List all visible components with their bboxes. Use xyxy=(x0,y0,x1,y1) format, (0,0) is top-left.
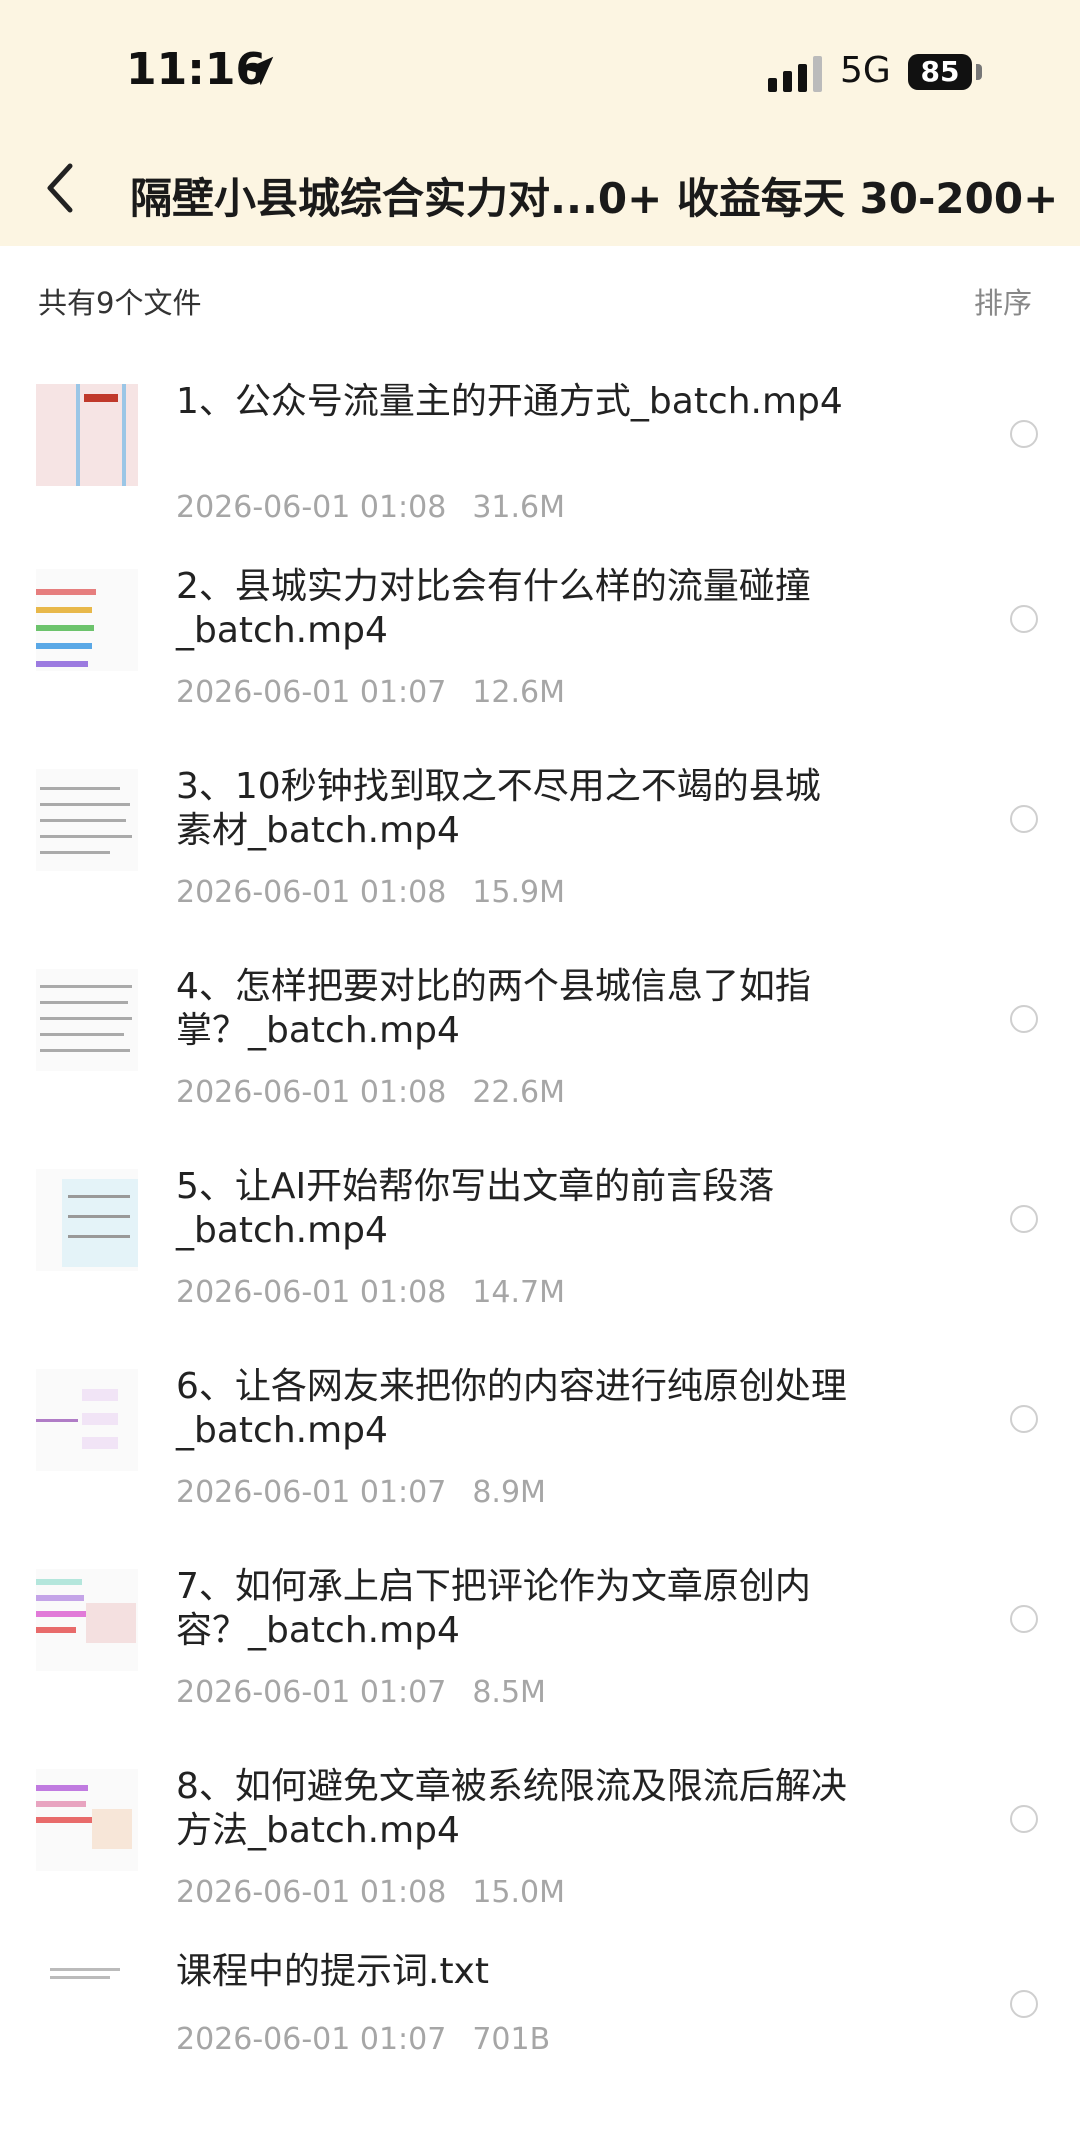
sort-button[interactable]: 排序 xyxy=(974,280,1032,322)
list-item[interactable]: 7、如何承上启下把评论作为文章原创内容？_batch.mp4 2026-06-0… xyxy=(0,1545,1080,1745)
file-date: 2026-06-01 01:08 xyxy=(176,875,447,910)
select-radio[interactable] xyxy=(1010,1405,1038,1433)
file-size: 12.6M xyxy=(472,675,566,710)
file-date: 2026-06-01 01:07 xyxy=(176,2022,447,2057)
select-radio[interactable] xyxy=(1010,605,1038,633)
select-radio[interactable] xyxy=(1010,1205,1038,1233)
battery-icon: 85 xyxy=(908,54,972,90)
file-name: 1、公众号流量主的开通方式_batch.mp4 xyxy=(176,381,843,422)
file-date: 2026-06-01 01:08 xyxy=(176,1275,447,1310)
select-radio[interactable] xyxy=(1010,805,1038,833)
file-name: 课程中的提示词.txt xyxy=(176,1951,489,1992)
file-date: 2026-06-01 01:07 xyxy=(176,1675,447,1710)
list-item[interactable]: 8、如何避免文章被系统限流及限流后解决方法_batch.mp4 2026-06-… xyxy=(0,1745,1080,1945)
file-meta: 2026-06-01 01:07 12.6M xyxy=(176,675,565,710)
file-size: 15.9M xyxy=(472,875,566,910)
file-count: 共有9个文件 xyxy=(38,286,202,320)
file-date: 2026-06-01 01:08 xyxy=(176,1875,447,1910)
file-name: 5、让AI开始帮你写出文章的前言段落_batch.mp4 xyxy=(176,1166,775,1251)
file-size: 8.9M xyxy=(472,1475,546,1510)
file-name: 6、让各网友来把你的内容进行纯原创处理_batch.mp4 xyxy=(176,1366,847,1451)
video-thumbnail xyxy=(36,1169,138,1271)
battery-cap xyxy=(976,64,982,80)
file-name: 2、县城实力对比会有什么样的流量碰撞_batch.mp4 xyxy=(176,566,811,651)
top-header: 11:16 5G 85 隔壁小县城综合实力对...0+ 收益每天 30-200+ xyxy=(0,0,1080,246)
signal-icon xyxy=(768,56,822,92)
video-thumbnail xyxy=(36,1369,138,1471)
file-meta: 2026-06-01 01:08 31.6M xyxy=(176,490,565,525)
file-date: 2026-06-01 01:08 xyxy=(176,1075,447,1110)
location-arrow-icon xyxy=(244,56,274,86)
file-size: 15.0M xyxy=(472,1875,566,1910)
file-name: 4、怎样把要对比的两个县城信息了如指掌？_batch.mp4 xyxy=(176,966,811,1051)
list-item[interactable]: 4、怎样把要对比的两个县城信息了如指掌？_batch.mp4 2026-06-0… xyxy=(0,945,1080,1145)
list-item[interactable]: 2、县城实力对比会有什么样的流量碰撞_batch.mp4 2026-06-01 … xyxy=(0,545,1080,745)
video-thumbnail xyxy=(36,384,138,486)
file-date: 2026-06-01 01:08 xyxy=(176,490,447,525)
file-date: 2026-06-01 01:07 xyxy=(176,675,447,710)
file-meta: 2026-06-01 01:07 8.5M xyxy=(176,1675,546,1710)
video-thumbnail xyxy=(36,969,138,1071)
video-thumbnail xyxy=(36,1569,138,1671)
file-size: 8.5M xyxy=(472,1675,546,1710)
file-date: 2026-06-01 01:07 xyxy=(176,1475,447,1510)
network-label: 5G xyxy=(840,50,891,91)
select-radio[interactable] xyxy=(1010,1990,1038,2018)
list-item[interactable]: 课程中的提示词.txt 2026-06-01 01:07 701B xyxy=(0,1930,1080,2130)
file-meta: 2026-06-01 01:08 22.6M xyxy=(176,1075,565,1110)
list-item[interactable]: 5、让AI开始帮你写出文章的前言段落_batch.mp4 2026-06-01 … xyxy=(0,1145,1080,1345)
list-item[interactable]: 3、10秒钟找到取之不尽用之不竭的县城素材_batch.mp4 2026-06-… xyxy=(0,745,1080,945)
page-title: 隔壁小县城综合实力对...0+ 收益每天 30-200+ xyxy=(130,174,1059,223)
text-file-thumbnail xyxy=(36,1954,138,2056)
file-size: 22.6M xyxy=(472,1075,566,1110)
video-thumbnail xyxy=(36,769,138,871)
file-meta: 2026-06-01 01:07 8.9M xyxy=(176,1475,546,1510)
file-meta: 2026-06-01 01:08 14.7M xyxy=(176,1275,565,1310)
back-arrow-icon[interactable] xyxy=(40,158,80,218)
file-name: 7、如何承上启下把评论作为文章原创内容？_batch.mp4 xyxy=(176,1566,811,1651)
file-size: 701B xyxy=(472,2022,551,2057)
file-size: 14.7M xyxy=(472,1275,566,1310)
select-radio[interactable] xyxy=(1010,1605,1038,1633)
file-name: 3、10秒钟找到取之不尽用之不竭的县城素材_batch.mp4 xyxy=(176,766,821,851)
select-radio[interactable] xyxy=(1010,1005,1038,1033)
list-item[interactable]: 6、让各网友来把你的内容进行纯原创处理_batch.mp4 2026-06-01… xyxy=(0,1345,1080,1545)
file-meta: 2026-06-01 01:07 701B xyxy=(176,2022,550,2057)
file-meta: 2026-06-01 01:08 15.0M xyxy=(176,1875,565,1910)
file-name: 8、如何避免文章被系统限流及限流后解决方法_batch.mp4 xyxy=(176,1766,847,1851)
select-radio[interactable] xyxy=(1010,420,1038,448)
file-size: 31.6M xyxy=(472,490,566,525)
video-thumbnail xyxy=(36,569,138,671)
video-thumbnail xyxy=(36,1769,138,1871)
list-item[interactable]: 1、公众号流量主的开通方式_batch.mp4 2026-06-01 01:08… xyxy=(0,360,1080,560)
file-meta: 2026-06-01 01:08 15.9M xyxy=(176,875,565,910)
select-radio[interactable] xyxy=(1010,1805,1038,1833)
